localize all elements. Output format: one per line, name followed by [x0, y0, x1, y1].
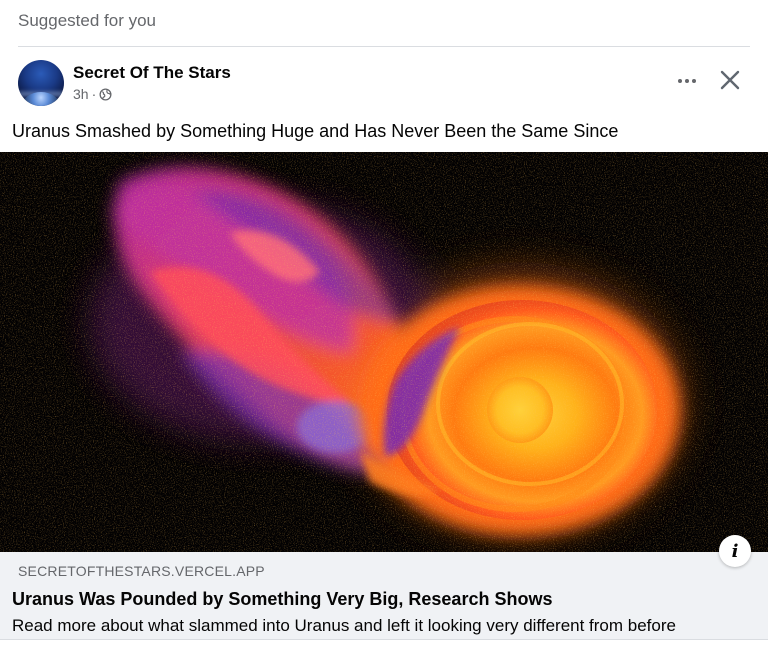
bottom-divider: [0, 639, 768, 640]
suggested-label: Suggested for you: [18, 11, 156, 30]
post-timestamp[interactable]: 3h: [73, 86, 89, 102]
link-domain: SECRETOFTHESTARS.VERCEL.APP: [18, 563, 265, 579]
close-icon[interactable]: [716, 66, 744, 94]
more-horizontal-icon[interactable]: [672, 68, 702, 94]
page-name[interactable]: Secret Of The Stars: [73, 63, 231, 83]
more-dot: [678, 79, 682, 83]
info-icon[interactable]: i: [719, 535, 751, 567]
link-description: Read more about what slammed into Uranus…: [12, 616, 676, 635]
avatar[interactable]: [18, 60, 64, 106]
more-dot: [692, 79, 696, 83]
link-title[interactable]: Uranus Was Pounded by Something Very Big…: [12, 589, 552, 610]
post-text: Uranus Smashed by Something Huge and Has…: [12, 121, 619, 141]
post-meta: 3h ·: [73, 86, 112, 102]
impact-illustration: [0, 152, 768, 552]
meta-separator: ·: [91, 86, 97, 102]
link-preview-image[interactable]: [0, 152, 768, 552]
more-dot: [685, 79, 689, 83]
header-divider: [18, 46, 750, 47]
globe-icon[interactable]: [99, 87, 112, 101]
info-glyph: i: [731, 540, 739, 562]
